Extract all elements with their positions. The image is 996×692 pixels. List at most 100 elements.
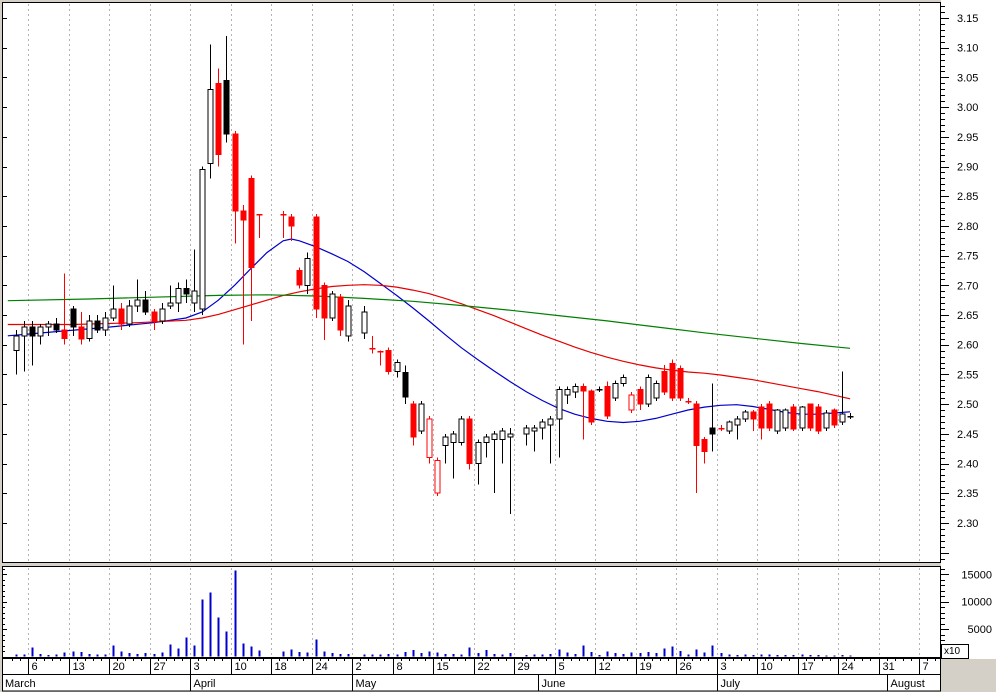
volume-bar [23,654,26,657]
week-label[interactable]: 8 [397,661,403,673]
candle-body [329,293,336,319]
candle-body [742,411,749,420]
price-tick-label: 2.90 [957,162,978,174]
week-label[interactable]: 2 [356,661,362,673]
candle-body [321,284,328,319]
volume-bar [428,651,431,657]
price-pane[interactable] [2,2,941,563]
volume-bar [201,599,204,657]
chart-canvas[interactable]: 3.15 3.10 3.05 3.00 2.95 2.90 2.85 2.80 2.75 2.70… [0,0,996,692]
volume-bar [112,645,115,657]
candle-body [483,436,490,444]
candle-body [78,326,85,340]
candle-body [547,418,554,426]
price-tick-label: 2.35 [957,488,978,500]
price-tick-label: 2.75 [957,251,978,263]
price-tick-label: 2.60 [957,340,978,352]
volume-bar [477,653,480,657]
week-label[interactable]: 7 [923,661,929,673]
week-label[interactable]: 31 [883,661,895,673]
volume-bar [525,654,528,657]
week-label[interactable]: 24 [316,661,328,673]
volume-bar [695,649,698,657]
week-label[interactable]: 22 [478,661,490,673]
week-label[interactable]: 29 [518,661,530,673]
price-tick-label: 2.65 [957,310,978,322]
volume-bar [817,655,820,657]
candle-body [410,403,417,438]
month-label[interactable]: May [356,678,377,690]
candle-body [232,133,239,212]
candle-body [86,320,93,340]
volume-bar [549,653,552,657]
volume-bar [647,652,650,657]
price-tick-label: 2.30 [957,518,978,530]
volume-bar [96,654,99,657]
price-tick-label: 2.50 [957,399,978,411]
week-label[interactable]: 12 [599,661,611,673]
volume-bar [242,643,245,657]
candle-body [61,329,68,340]
candle-body [110,308,117,319]
date-axis-week-row[interactable] [2,658,941,675]
candle-body [604,385,611,417]
week-label[interactable]: 5 [559,661,565,673]
month-label[interactable]: July [721,678,741,690]
week-label[interactable]: 24 [842,661,854,673]
volume-bar [298,652,301,657]
candle-body [426,418,433,458]
volume-bar [306,652,309,657]
volume-bar [614,653,617,657]
candle-body [815,406,822,432]
candle-body [466,418,473,464]
week-label[interactable]: 15 [437,661,449,673]
volume-tick-label: 15000 [961,569,992,581]
candle-body [361,311,368,334]
volume-pane[interactable] [2,566,941,658]
candle-body [183,287,190,295]
date-axis-month-row[interactable] [2,674,941,692]
month-label[interactable]: March [5,678,36,690]
week-label[interactable]: 19 [640,661,652,673]
candle-body [790,406,797,430]
candle-body [223,79,230,135]
volume-bar [711,645,714,657]
week-label[interactable]: 27 [154,661,166,673]
candle-body [29,326,36,337]
week-label[interactable]: 17 [802,661,814,673]
week-label[interactable]: 18 [275,661,287,673]
week-label[interactable]: 20 [113,661,125,673]
candle-body [507,433,514,438]
volume-bar [193,645,196,657]
volume-bar [412,649,415,657]
month-label[interactable]: August [891,678,925,690]
candle-body [402,372,409,398]
month-label[interactable]: June [542,678,566,690]
candle-body [191,290,198,304]
week-label[interactable]: 13 [73,661,85,673]
week-label[interactable]: 3 [721,661,727,673]
volume-bar [339,653,342,657]
volume-bar [541,654,544,657]
volume-bar [744,654,747,657]
week-label[interactable]: 10 [761,661,773,673]
volume-bar [234,570,237,657]
week-label[interactable]: 26 [680,661,692,673]
candle-body [418,403,425,432]
week-label[interactable]: 6 [32,661,38,673]
candle-body [240,210,247,221]
price-tick-label: 2.95 [957,132,978,144]
week-label[interactable]: 10 [235,661,247,673]
week-label[interactable]: 3 [194,661,200,673]
candle-body [556,388,563,420]
volume-bar [39,653,42,657]
month-label[interactable]: April [194,678,216,690]
volume-bar [792,654,795,657]
candle-body [304,258,311,286]
volume-bar [768,654,771,657]
candle-body [839,413,846,423]
volume-bar [258,650,261,657]
candle-body [637,388,644,405]
volume-bar [533,654,536,657]
volume-bar [663,648,666,657]
